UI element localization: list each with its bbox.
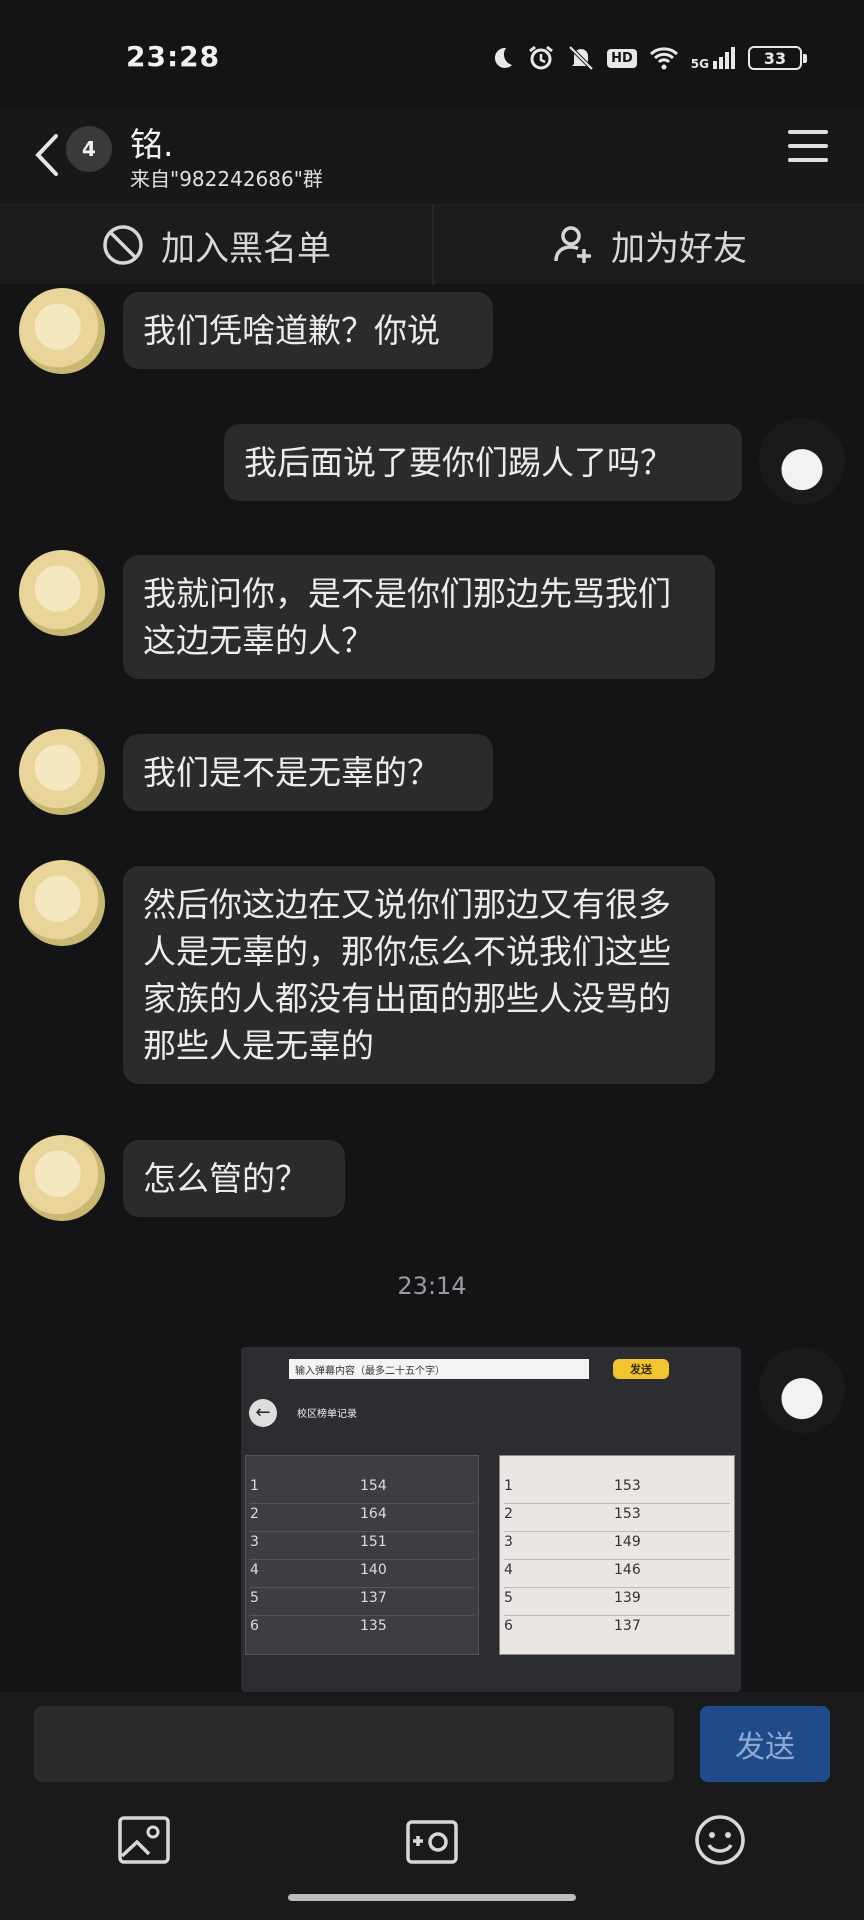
rank-score: 146 <box>614 1562 641 1578</box>
add-friend-button[interactable]: 加为好友 <box>432 205 864 285</box>
my-avatar[interactable] <box>759 418 845 504</box>
rank-score: 151 <box>360 1534 387 1550</box>
rank-score: 164 <box>360 1506 387 1522</box>
mute-bell-icon <box>568 45 594 71</box>
rank-number: 1 <box>250 1478 259 1494</box>
rank-number: 3 <box>250 1534 259 1550</box>
game-danmaku-input: 输入弹幕内容（最多二十五个字） <box>289 1359 589 1379</box>
rank-score: 137 <box>614 1618 641 1634</box>
status-time: 23:28 <box>126 40 221 73</box>
rank-number: 5 <box>504 1590 513 1606</box>
rank-number: 4 <box>250 1562 259 1578</box>
sender-avatar[interactable] <box>19 729 105 815</box>
rank-row: 1 153 <box>504 1478 730 1504</box>
rank-score: 137 <box>360 1590 387 1606</box>
home-indicator[interactable] <box>288 1894 576 1901</box>
alarm-icon <box>529 45 554 70</box>
rank-row: 1 154 <box>250 1478 474 1504</box>
message-bubble[interactable]: 我们是不是无辜的？ <box>123 734 493 811</box>
rank-number: 4 <box>504 1562 513 1578</box>
hd-icon: HD <box>607 48 637 68</box>
rank-score: 140 <box>360 1562 387 1578</box>
rank-number: 2 <box>504 1506 513 1522</box>
rank-row: 5 137 <box>250 1590 474 1616</box>
rank-row: 4 146 <box>504 1562 730 1588</box>
signal-icon <box>713 47 735 69</box>
game-back-icon: ← <box>249 1399 277 1427</box>
rank-row: 6 135 <box>250 1618 474 1644</box>
blacklist-label: 加入黑名单 <box>161 228 331 269</box>
rank-number: 2 <box>250 1506 259 1522</box>
rank-score: 149 <box>614 1534 641 1550</box>
message-timestamp: 23:14 <box>397 1272 467 1300</box>
back-arrow-icon[interactable] <box>28 130 64 180</box>
sender-avatar[interactable] <box>19 1135 105 1221</box>
contact-source: 来自"982242686"群 <box>130 167 323 191</box>
message-bubble[interactable]: 然后你这边在又说你们那边又有很多人是无辜的，那你怎么不说我们这些家族的人都没有出… <box>123 866 715 1084</box>
emoji-icon[interactable] <box>692 1812 748 1868</box>
blacklist-button[interactable]: 加入黑名单 <box>0 205 432 285</box>
block-icon <box>103 225 143 265</box>
rank-number: 3 <box>504 1534 513 1550</box>
message-input[interactable] <box>34 1706 674 1782</box>
rank-number: 6 <box>504 1618 513 1634</box>
unread-badge[interactable]: 4 <box>66 126 112 172</box>
sender-avatar[interactable] <box>19 860 105 946</box>
battery-icon: 33 <box>748 46 807 70</box>
message-bubble[interactable]: 我们凭啥道歉？你说 <box>123 292 493 369</box>
moon-icon <box>495 47 513 68</box>
signal-group: 5G <box>691 46 736 70</box>
image-message[interactable]: 输入弹幕内容（最多二十五个字） 发送 ← 校区榜单记录 3533 1154 21… <box>241 1347 741 1692</box>
status-icons: HD 5G 33 <box>489 40 807 76</box>
rank-row: 3 151 <box>250 1534 474 1560</box>
image-icon[interactable] <box>116 1812 172 1868</box>
rank-number: 1 <box>504 1478 513 1494</box>
my-avatar[interactable] <box>759 1347 845 1433</box>
rank-score: 135 <box>360 1618 387 1634</box>
rank-row: 4 140 <box>250 1562 474 1588</box>
contact-name: 铭. <box>130 125 174 164</box>
message-bubble[interactable]: 我后面说了要你们踢人了吗？ <box>224 424 742 501</box>
add-friend-label: 加为好友 <box>611 228 747 269</box>
game-left-panel: 1 154 2 164 3 151 4 140 5 137 6 135 <box>245 1455 479 1655</box>
rank-row: 3 149 <box>504 1534 730 1560</box>
rank-score: 154 <box>360 1478 387 1494</box>
send-button[interactable]: 发送 <box>700 1706 830 1782</box>
rank-score: 139 <box>614 1590 641 1606</box>
message-bubble[interactable]: 怎么管的？ <box>123 1140 345 1217</box>
rank-row: 2 153 <box>504 1506 730 1532</box>
rank-row: 5 139 <box>504 1590 730 1616</box>
action-bar: 加入黑名单 加为好友 <box>0 204 864 285</box>
menu-icon[interactable] <box>788 130 828 166</box>
network-type: 5G <box>690 57 709 71</box>
rank-row: 2 164 <box>250 1506 474 1532</box>
sender-avatar[interactable] <box>19 550 105 636</box>
sender-avatar[interactable] <box>19 288 105 374</box>
rank-score: 153 <box>614 1478 641 1494</box>
message-bubble[interactable]: 我就问你，是不是你们那边先骂我们这边无辜的人？ <box>123 555 715 679</box>
game-right-panel: 1 153 2 153 3 149 4 146 5 139 6 137 <box>499 1455 735 1655</box>
game-send-button: 发送 <box>613 1359 669 1379</box>
status-bar: 23:28 HD 5G 33 <box>0 0 864 110</box>
rank-row: 6 137 <box>504 1618 730 1644</box>
rank-number: 5 <box>250 1590 259 1606</box>
game-panel-title: 校区榜单记录 <box>297 1409 357 1420</box>
wifi-icon <box>649 47 678 70</box>
rank-score: 153 <box>614 1506 641 1522</box>
camera-icon[interactable] <box>404 1812 460 1868</box>
add-friend-icon <box>554 226 591 263</box>
rank-number: 6 <box>250 1618 259 1634</box>
